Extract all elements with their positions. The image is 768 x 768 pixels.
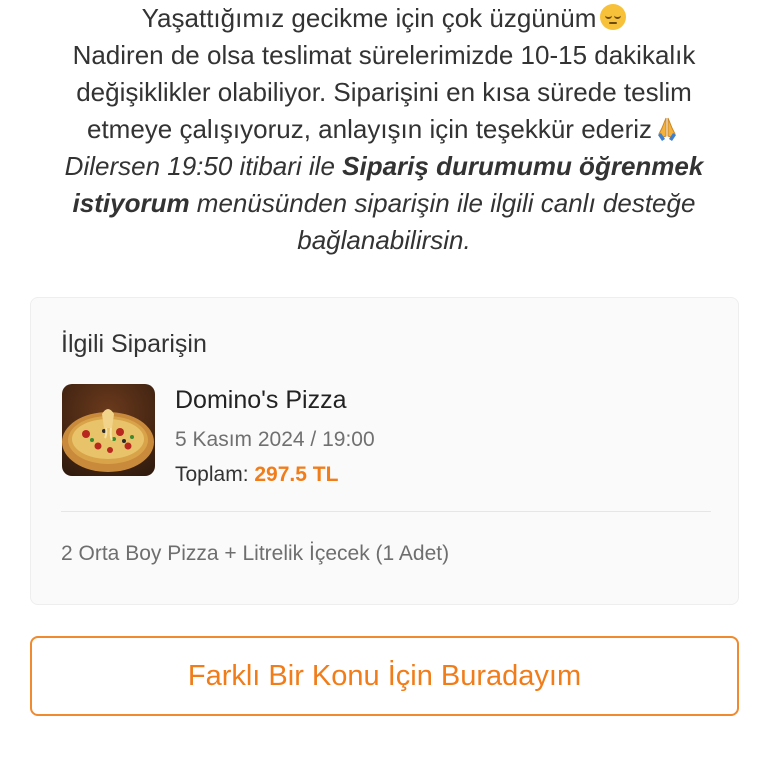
menu-name-part-2: istiyorum [72,188,190,218]
pensive-face-emoji-icon [600,4,627,30]
section-title: İlgili Siparişin [61,330,207,358]
restaurant-name: Domino's Pizza [175,386,347,414]
order-total: Toplam: 297.5 TL [175,463,338,487]
message-line-4: etmeye çalışıyoruz, anlayışın için teşek… [0,111,768,148]
order-items: 2 Orta Boy Pizza + Litrelik İçecek (1 Ad… [61,542,450,565]
message-line-5: Dilersen 19:50 itibari ile Sipariş durum… [64,151,704,181]
pizza-thumbnail [62,384,155,476]
different-topic-button[interactable]: Farklı Bir Konu İçin Buradayım [30,636,739,716]
divider [61,511,711,512]
total-value: 297.5 TL [254,463,339,486]
menu-name-part-1: Sipariş durumumu öğrenmek [342,151,704,181]
message-line-1: Yaşattığımız gecikme için çok üzgünüm [0,0,768,37]
order-datetime: 5 Kasım 2024 / 19:00 [175,428,375,451]
related-order-card[interactable]: İlgili Siparişin Domino's Pizza 5 Kasım … [30,297,739,605]
message-line-6: istiyorum menüsünden siparişin ile ilgil… [72,188,696,218]
total-label: Toplam: [175,463,255,486]
folded-hands-emoji-icon [658,117,677,141]
message-line-2: Nadiren de olsa teslimat sürelerimizde 1… [72,40,696,70]
message-line-7: bağlanabilirsin. [297,225,471,255]
bot-message: Yaşattığımız gecikme için çok üzgünüm Na… [0,0,768,259]
message-line-3: değişiklikler olabiliyor. Siparişini en … [76,77,692,107]
